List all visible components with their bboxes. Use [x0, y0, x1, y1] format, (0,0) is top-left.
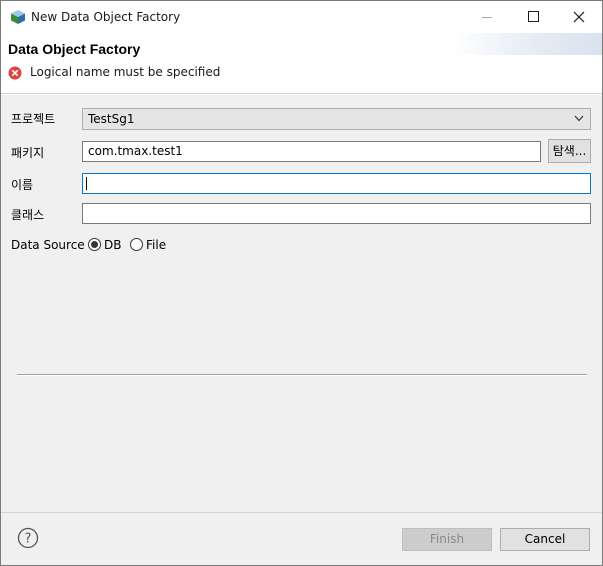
- package-input[interactable]: com.tmax.test1: [82, 141, 541, 162]
- finish-button[interactable]: Finish: [402, 528, 492, 551]
- page-title: Data Object Factory: [8, 41, 141, 57]
- package-label: 패키지: [11, 146, 45, 160]
- class-label: 클래스: [11, 208, 45, 222]
- radio-db[interactable]: [88, 238, 101, 251]
- project-combo[interactable]: TestSg1: [82, 108, 591, 130]
- window-title: New Data Object Factory: [31, 10, 181, 24]
- help-icon[interactable]: ?: [17, 527, 39, 549]
- project-value: TestSg1: [88, 112, 135, 126]
- browse-button[interactable]: 탐색...: [548, 139, 591, 163]
- footer-divider: [1, 512, 602, 513]
- content-separator-highlight: [17, 375, 587, 376]
- cube-app-icon: [11, 10, 25, 24]
- title-bar[interactable]: New Data Object Factory: [1, 1, 602, 33]
- dialog-window: New Data Object Factory Data Object Fact…: [0, 0, 603, 566]
- project-label: 프로젝트: [11, 112, 56, 126]
- error-icon: [8, 66, 22, 80]
- name-input[interactable]: [82, 173, 591, 194]
- error-message: Logical name must be specified: [30, 65, 221, 79]
- close-icon: [573, 11, 585, 23]
- svg-text:?: ?: [25, 532, 32, 547]
- radio-file-label[interactable]: File: [146, 238, 166, 252]
- header-banner-decoration: [452, 33, 602, 55]
- package-value: com.tmax.test1: [88, 144, 183, 158]
- text-caret: [86, 177, 87, 190]
- minimize-button[interactable]: [464, 1, 510, 33]
- cancel-button[interactable]: Cancel: [500, 528, 590, 551]
- header-divider-highlight: [1, 94, 602, 95]
- class-input[interactable]: [82, 203, 591, 224]
- name-label: 이름: [11, 178, 34, 192]
- data-source-label: Data Source: [11, 238, 85, 252]
- radio-file[interactable]: [130, 238, 143, 251]
- chevron-down-icon: [574, 115, 584, 122]
- radio-db-label[interactable]: DB: [104, 238, 121, 252]
- maximize-button[interactable]: [510, 1, 556, 33]
- wizard-header: Data Object Factory Logical name must be…: [1, 33, 602, 93]
- close-button[interactable]: [556, 1, 602, 33]
